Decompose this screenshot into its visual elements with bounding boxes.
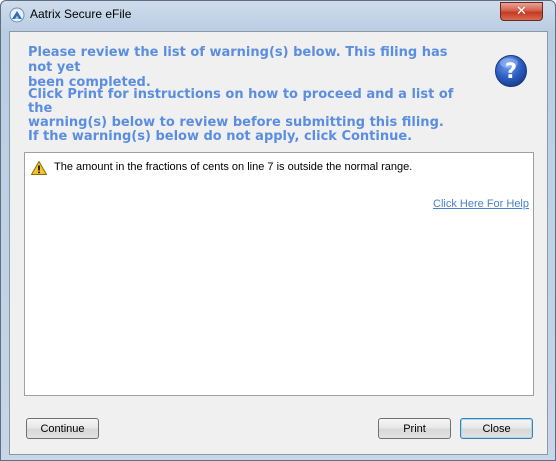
close-button[interactable]: Close bbox=[460, 418, 533, 439]
instructions-text: Click Print for instructions on how to p… bbox=[28, 87, 454, 144]
window-title: Aatrix Secure eFile bbox=[30, 7, 132, 21]
warning-icon bbox=[31, 161, 47, 175]
efile-dialog-window: Aatrix Secure eFile ✕ Please review the … bbox=[0, 0, 556, 461]
warnings-list: The amount in the fractions of cents on … bbox=[24, 152, 534, 396]
continue-button[interactable]: Continue bbox=[26, 418, 99, 439]
warning-heading: Please review the list of warning(s) bel… bbox=[28, 45, 448, 90]
dialog-body: Please review the list of warning(s) bel… bbox=[9, 31, 548, 455]
close-icon: ✕ bbox=[516, 4, 527, 19]
app-icon bbox=[9, 7, 25, 23]
window-close-button[interactable]: ✕ bbox=[500, 2, 543, 21]
svg-text:?: ? bbox=[505, 59, 517, 83]
print-button[interactable]: Print bbox=[378, 418, 451, 439]
warning-message: The amount in the fractions of cents on … bbox=[54, 161, 413, 173]
help-link[interactable]: Click Here For Help bbox=[433, 198, 529, 210]
title-bar[interactable]: Aatrix Secure eFile ✕ bbox=[1, 1, 555, 27]
help-question-icon[interactable]: ? bbox=[494, 54, 528, 88]
